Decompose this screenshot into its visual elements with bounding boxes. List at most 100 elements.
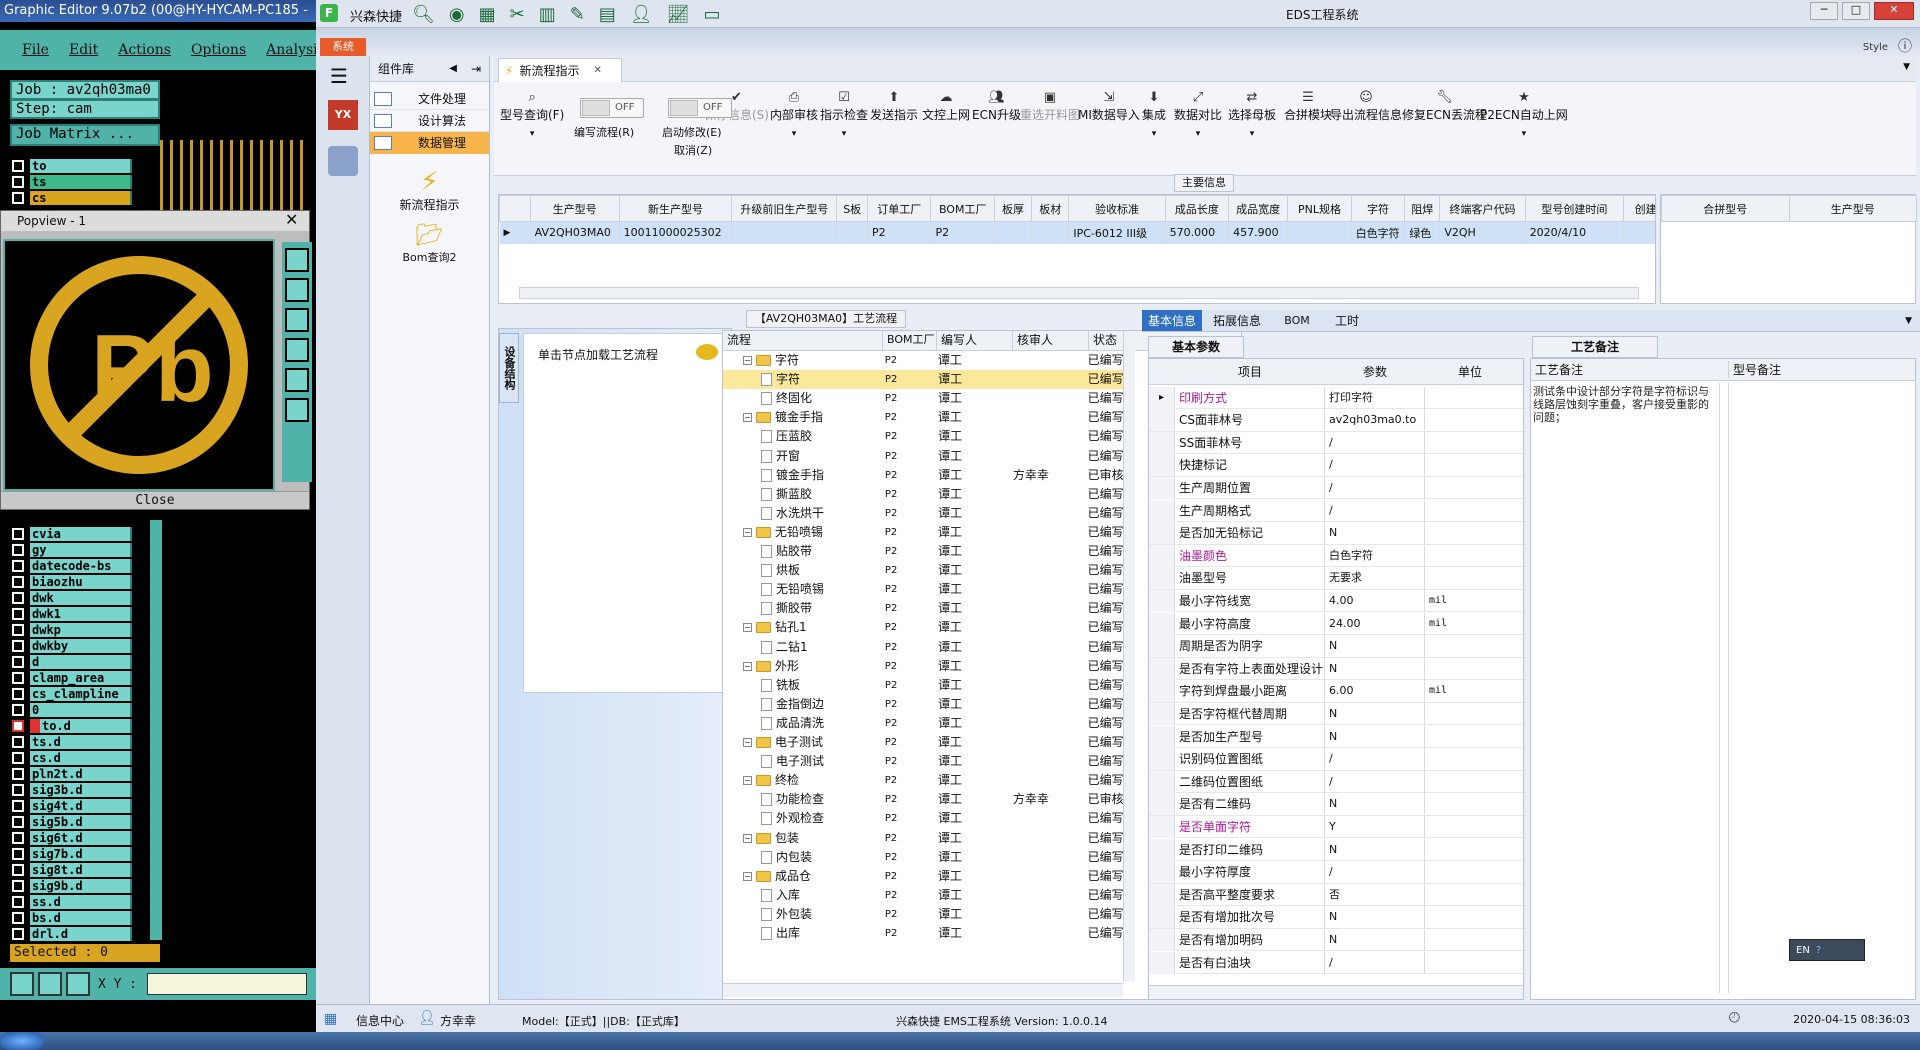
tool-button-3[interactable]: ☑ 指示检查 ▾ [820, 90, 868, 139]
layer-item[interactable]: biaozhu [12, 574, 132, 590]
param-row[interactable]: 是否有增加批次号 N [1149, 906, 1523, 929]
tree-row[interactable]: 金指倒边 P2 谭工 已编写 [723, 695, 1123, 714]
main-col-header[interactable]: 板厚 [993, 195, 1033, 222]
minimize-icon[interactable]: ─ [1810, 2, 1838, 20]
layer-item[interactable]: to.d [12, 718, 132, 734]
main-cell[interactable] [1031, 221, 1070, 244]
collapse-icon[interactable]: − [743, 356, 752, 365]
layer-item[interactable]: dwk1 [12, 606, 132, 622]
param-value[interactable]: 4.00 [1325, 589, 1425, 612]
tree-row[interactable]: − 包装 P2 谭工 已编写 [723, 829, 1123, 848]
param-value[interactable]: N [1325, 657, 1425, 680]
layer-ts[interactable]: ts [12, 174, 132, 190]
tree-row[interactable]: 出库 P2 谭工 已编写 [723, 924, 1123, 943]
dropdown-arrow-icon[interactable]: ▾ [770, 129, 818, 139]
tree-row[interactable]: − 外形 P2 谭工 已编写 [723, 657, 1123, 676]
main-grid-hscrollbar[interactable] [519, 287, 1639, 299]
grid-icon[interactable]: ▤ [599, 4, 616, 25]
layer-list-scrollbar[interactable] [150, 520, 162, 940]
layer-item[interactable]: ss.d [12, 894, 132, 910]
measure-icon[interactable] [10, 972, 34, 996]
tool-button-8[interactable]: ⇲ MI数据导入 [1078, 90, 1140, 123]
collapse-icon[interactable]: − [743, 833, 752, 843]
tab-extended-info[interactable]: 拓展信息 [1202, 310, 1272, 331]
grid-icon[interactable]: ▦ [324, 1011, 337, 1027]
collapse-icon[interactable]: − [743, 738, 752, 747]
param-value[interactable]: 打印字符 [1325, 386, 1425, 409]
nav-item-design-algorithm[interactable]: 设计算法 [370, 110, 489, 132]
param-row[interactable]: CS面菲林号 av2qh03ma0.to [1149, 409, 1523, 432]
main-col-header[interactable]: 订单工厂 [867, 195, 932, 222]
layer-checkbox[interactable] [12, 592, 24, 604]
tree-row[interactable]: − 镀金手指 P2 谭工 已编写 [723, 408, 1123, 427]
layer-checkbox[interactable] [12, 672, 24, 684]
tab-work-hours[interactable]: 工时 [1322, 310, 1372, 331]
layer-checkbox[interactable] [12, 720, 24, 732]
edit-process-toggle[interactable]: OFF [580, 98, 644, 118]
layer-checkbox[interactable] [12, 800, 24, 812]
layer-item[interactable]: cs_clampline [12, 686, 132, 702]
grid-icon[interactable] [66, 972, 90, 996]
param-row[interactable]: 最小字符线宽 4.00 mil [1149, 589, 1523, 613]
user-icon[interactable]: 👤︎ [630, 4, 653, 25]
tree-row[interactable]: 撕胶带 P2 谭工 已编写 [723, 599, 1123, 618]
param-row[interactable]: ▸ 印刷方式 打印字符 [1149, 386, 1523, 409]
chart-icon[interactable]: 📈︎ [667, 4, 690, 25]
param-row[interactable]: 是否有增加明码 N [1149, 928, 1523, 952]
tree-row[interactable]: − 电子测试 P2 谭工 已编写 [723, 733, 1123, 752]
table-row[interactable]: ▶ AV2QH03MA0 10011000025302 P2 P2 IPC-6012 II… [499, 221, 1655, 244]
globe-icon[interactable]: ◉ [449, 4, 465, 25]
tree-row[interactable]: 内包装 P2 谭工 已编写 [723, 848, 1123, 867]
tree-row[interactable]: − 无铅喷锡 P2 谭工 已编写 [723, 523, 1123, 542]
main-cell[interactable]: 570.000 [1165, 221, 1230, 244]
main-col-header[interactable]: 终端客户代码 [1439, 195, 1526, 222]
layer-item[interactable]: d [12, 654, 132, 670]
layer-checkbox[interactable] [12, 880, 24, 892]
menu-file[interactable]: File [22, 42, 49, 58]
main-cell[interactable] [1287, 221, 1352, 244]
main-col-header[interactable]: 板材 [1031, 195, 1070, 222]
param-hscrollbar[interactable] [1149, 985, 1523, 999]
main-cell[interactable]: AV2QH03MA0 [530, 221, 620, 244]
popview-close-button[interactable]: Close [1, 491, 309, 509]
main-cell[interactable]: 白色字符 [1351, 221, 1406, 244]
layer-checkbox[interactable] [12, 608, 24, 620]
layer-checkbox[interactable] [12, 688, 24, 700]
param-row[interactable]: 是否有白油块 / [1149, 951, 1523, 974]
layer-item[interactable]: gy [12, 542, 132, 558]
param-value[interactable]: 白色字符 [1325, 544, 1425, 567]
tool-button-12[interactable]: ☰ 合拼模块 [1284, 90, 1332, 123]
expand-tool-icon[interactable] [285, 398, 309, 422]
main-col-header[interactable]: 升级前旧生产型号 [731, 195, 838, 222]
struct-tab[interactable]: 设备结构 [499, 333, 519, 403]
dropdown-arrow-icon[interactable]: ▾ [820, 129, 868, 139]
tree-row[interactable]: 外观检查 P2 谭工 已编写 [723, 809, 1123, 828]
param-value[interactable]: / [1325, 431, 1425, 454]
param-value[interactable]: / [1325, 951, 1425, 974]
xy-input[interactable] [147, 973, 308, 995]
param-value[interactable]: / [1325, 861, 1425, 884]
calculator-module-icon[interactable] [328, 146, 358, 176]
maximize-icon[interactable]: □ [1842, 2, 1870, 20]
param-value[interactable]: / [1325, 454, 1425, 477]
tree-row[interactable]: 撕蓝胶 P2 谭工 已编写 [723, 485, 1123, 504]
yx-module-icon[interactable]: YX [328, 100, 358, 130]
fit-tool-icon[interactable] [285, 308, 309, 332]
param-row[interactable]: 快捷标记 / [1149, 454, 1523, 477]
layer-checkbox[interactable] [12, 784, 24, 796]
param-row[interactable]: 是否加生产型号 N [1149, 725, 1523, 748]
param-row[interactable]: 二维码位置图纸 / [1149, 770, 1523, 794]
info-center[interactable]: 信息中心 [356, 1012, 404, 1029]
main-col-header[interactable]: 成品长度 [1164, 195, 1230, 222]
layer-checkbox[interactable] [12, 640, 24, 652]
main-cell[interactable]: 2020/4/10 [1525, 221, 1625, 244]
param-value[interactable]: N [1325, 702, 1425, 725]
collapse-icon[interactable]: − [743, 623, 752, 633]
tree-row[interactable]: 铣板 P2 谭工 已编写 [723, 676, 1123, 695]
layer-cs[interactable]: cs [12, 190, 132, 206]
tree-row[interactable]: 功能检查 P2 谭工 方幸幸 已审核 [723, 790, 1123, 809]
dropdown-arrow-icon[interactable]: ▾ [1480, 129, 1568, 139]
menu-edit[interactable]: Edit [69, 42, 98, 58]
tool-button-6[interactable]: 👥︎ ECN升级 [972, 90, 1021, 123]
param-row[interactable]: 是否单面字符 Y [1149, 815, 1523, 839]
